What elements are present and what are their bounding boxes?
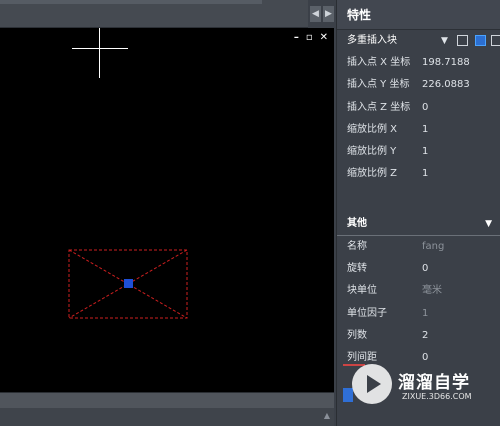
property-row[interactable]: 插入点 Z 坐标 0 bbox=[337, 97, 500, 119]
property-label: 旋转 bbox=[347, 263, 367, 275]
property-label: 缩放比例 Y bbox=[347, 146, 397, 158]
property-label: 缩放比例 X bbox=[347, 123, 398, 135]
panel-title: 特性 bbox=[337, 0, 500, 30]
other-rows: 名称 fang 旋转 0 块单位 毫米 单位因子 1 列数 2 列间距 0 bbox=[337, 236, 500, 370]
section-header-other[interactable]: 其他 ▼ bbox=[337, 212, 500, 236]
property-label: 列数 bbox=[347, 329, 367, 341]
property-label: 插入点 Z 坐标 bbox=[347, 101, 411, 113]
property-value[interactable]: 226.0883 bbox=[422, 74, 470, 96]
property-row[interactable]: 名称 fang bbox=[337, 236, 500, 258]
property-label: 名称 bbox=[347, 240, 367, 252]
property-row[interactable]: 旋转 0 bbox=[337, 258, 500, 280]
property-row[interactable]: 块单位 毫米 bbox=[337, 280, 500, 302]
close-icon[interactable]: ✕ bbox=[320, 32, 328, 43]
property-row[interactable]: 缩放比例 X 1 bbox=[337, 119, 500, 141]
select-objects-icon[interactable] bbox=[475, 35, 486, 46]
crosshair-cursor-vertical bbox=[99, 28, 100, 78]
property-value: fang bbox=[422, 240, 445, 252]
property-label: 缩放比例 Z bbox=[347, 168, 398, 180]
property-label: 插入点 X 坐标 bbox=[347, 57, 411, 68]
command-bar: ▲ bbox=[0, 408, 334, 426]
scroll-up-icon[interactable]: ▲ bbox=[324, 411, 330, 420]
property-value: 毫米 bbox=[422, 285, 442, 297]
property-row[interactable]: 列数 2 bbox=[337, 325, 500, 347]
property-value[interactable]: 0 bbox=[422, 258, 428, 280]
watermark-url: ZIXUE.3D66.COM bbox=[402, 392, 472, 401]
chevron-down-icon[interactable]: ▼ bbox=[441, 30, 448, 52]
geometry-rows: 插入点 X 坐标 198.7188 插入点 Y 坐标 226.0883 插入点 Z … bbox=[337, 52, 500, 186]
minimize-icon[interactable]: – bbox=[294, 32, 299, 43]
restore-icon[interactable]: ▫ bbox=[306, 32, 313, 43]
insertion-grip[interactable] bbox=[124, 279, 133, 288]
properties-panel: 特性 多重插入块 ▼ 插入点 X 坐标 198.7188 插入点 Y 坐标 226.… bbox=[336, 0, 500, 426]
property-value[interactable]: 198.7188 bbox=[422, 52, 470, 74]
play-logo-icon bbox=[352, 364, 392, 404]
selected-block[interactable] bbox=[68, 249, 190, 321]
section-title: 其他 bbox=[347, 217, 367, 229]
property-row[interactable]: 插入点 X 坐标 198.7188 bbox=[337, 52, 500, 74]
watermark: 溜溜自学 ZIXUE.3D66.COM bbox=[352, 364, 500, 408]
property-value[interactable]: 0 bbox=[422, 97, 428, 119]
quick-select-icon[interactable] bbox=[491, 35, 500, 46]
arrow-left-icon[interactable]: ◀ bbox=[310, 6, 321, 22]
property-value[interactable]: 1 bbox=[422, 119, 428, 141]
property-value: 1 bbox=[422, 307, 429, 319]
object-type-label: 多重插入块 bbox=[347, 35, 397, 46]
property-label: 块单位 bbox=[347, 285, 377, 297]
toggle-pickadd-icon[interactable] bbox=[457, 35, 468, 46]
property-row[interactable]: 单位因子 1 bbox=[337, 303, 500, 325]
property-row[interactable]: 插入点 Y 坐标 226.0883 bbox=[337, 74, 500, 96]
property-value[interactable]: 1 bbox=[422, 141, 428, 163]
tab-highlight bbox=[0, 0, 262, 4]
collapse-triangle-icon[interactable]: ▼ bbox=[485, 212, 492, 236]
property-value[interactable]: 2 bbox=[422, 325, 428, 347]
arrow-right-icon[interactable]: ▶ bbox=[323, 6, 334, 22]
property-row[interactable]: 缩放比例 Z 1 bbox=[337, 163, 500, 185]
drawing-canvas[interactable]: – ▫ ✕ bbox=[0, 28, 334, 392]
object-type-selector[interactable]: 多重插入块 ▼ bbox=[337, 30, 500, 52]
watermark-title: 溜溜自学 bbox=[398, 373, 470, 393]
tab-strip bbox=[0, 0, 308, 28]
crosshair-cursor-horizontal bbox=[72, 48, 128, 49]
property-label: 插入点 Y 坐标 bbox=[347, 79, 410, 91]
panel-toggle-arrows[interactable]: ◀ ▶ bbox=[310, 6, 334, 22]
property-value[interactable]: 1 bbox=[422, 163, 428, 185]
viewport-window-controls: – ▫ ✕ bbox=[294, 32, 328, 43]
property-label: 单位因子 bbox=[347, 307, 387, 319]
property-row[interactable]: 缩放比例 Y 1 bbox=[337, 141, 500, 163]
